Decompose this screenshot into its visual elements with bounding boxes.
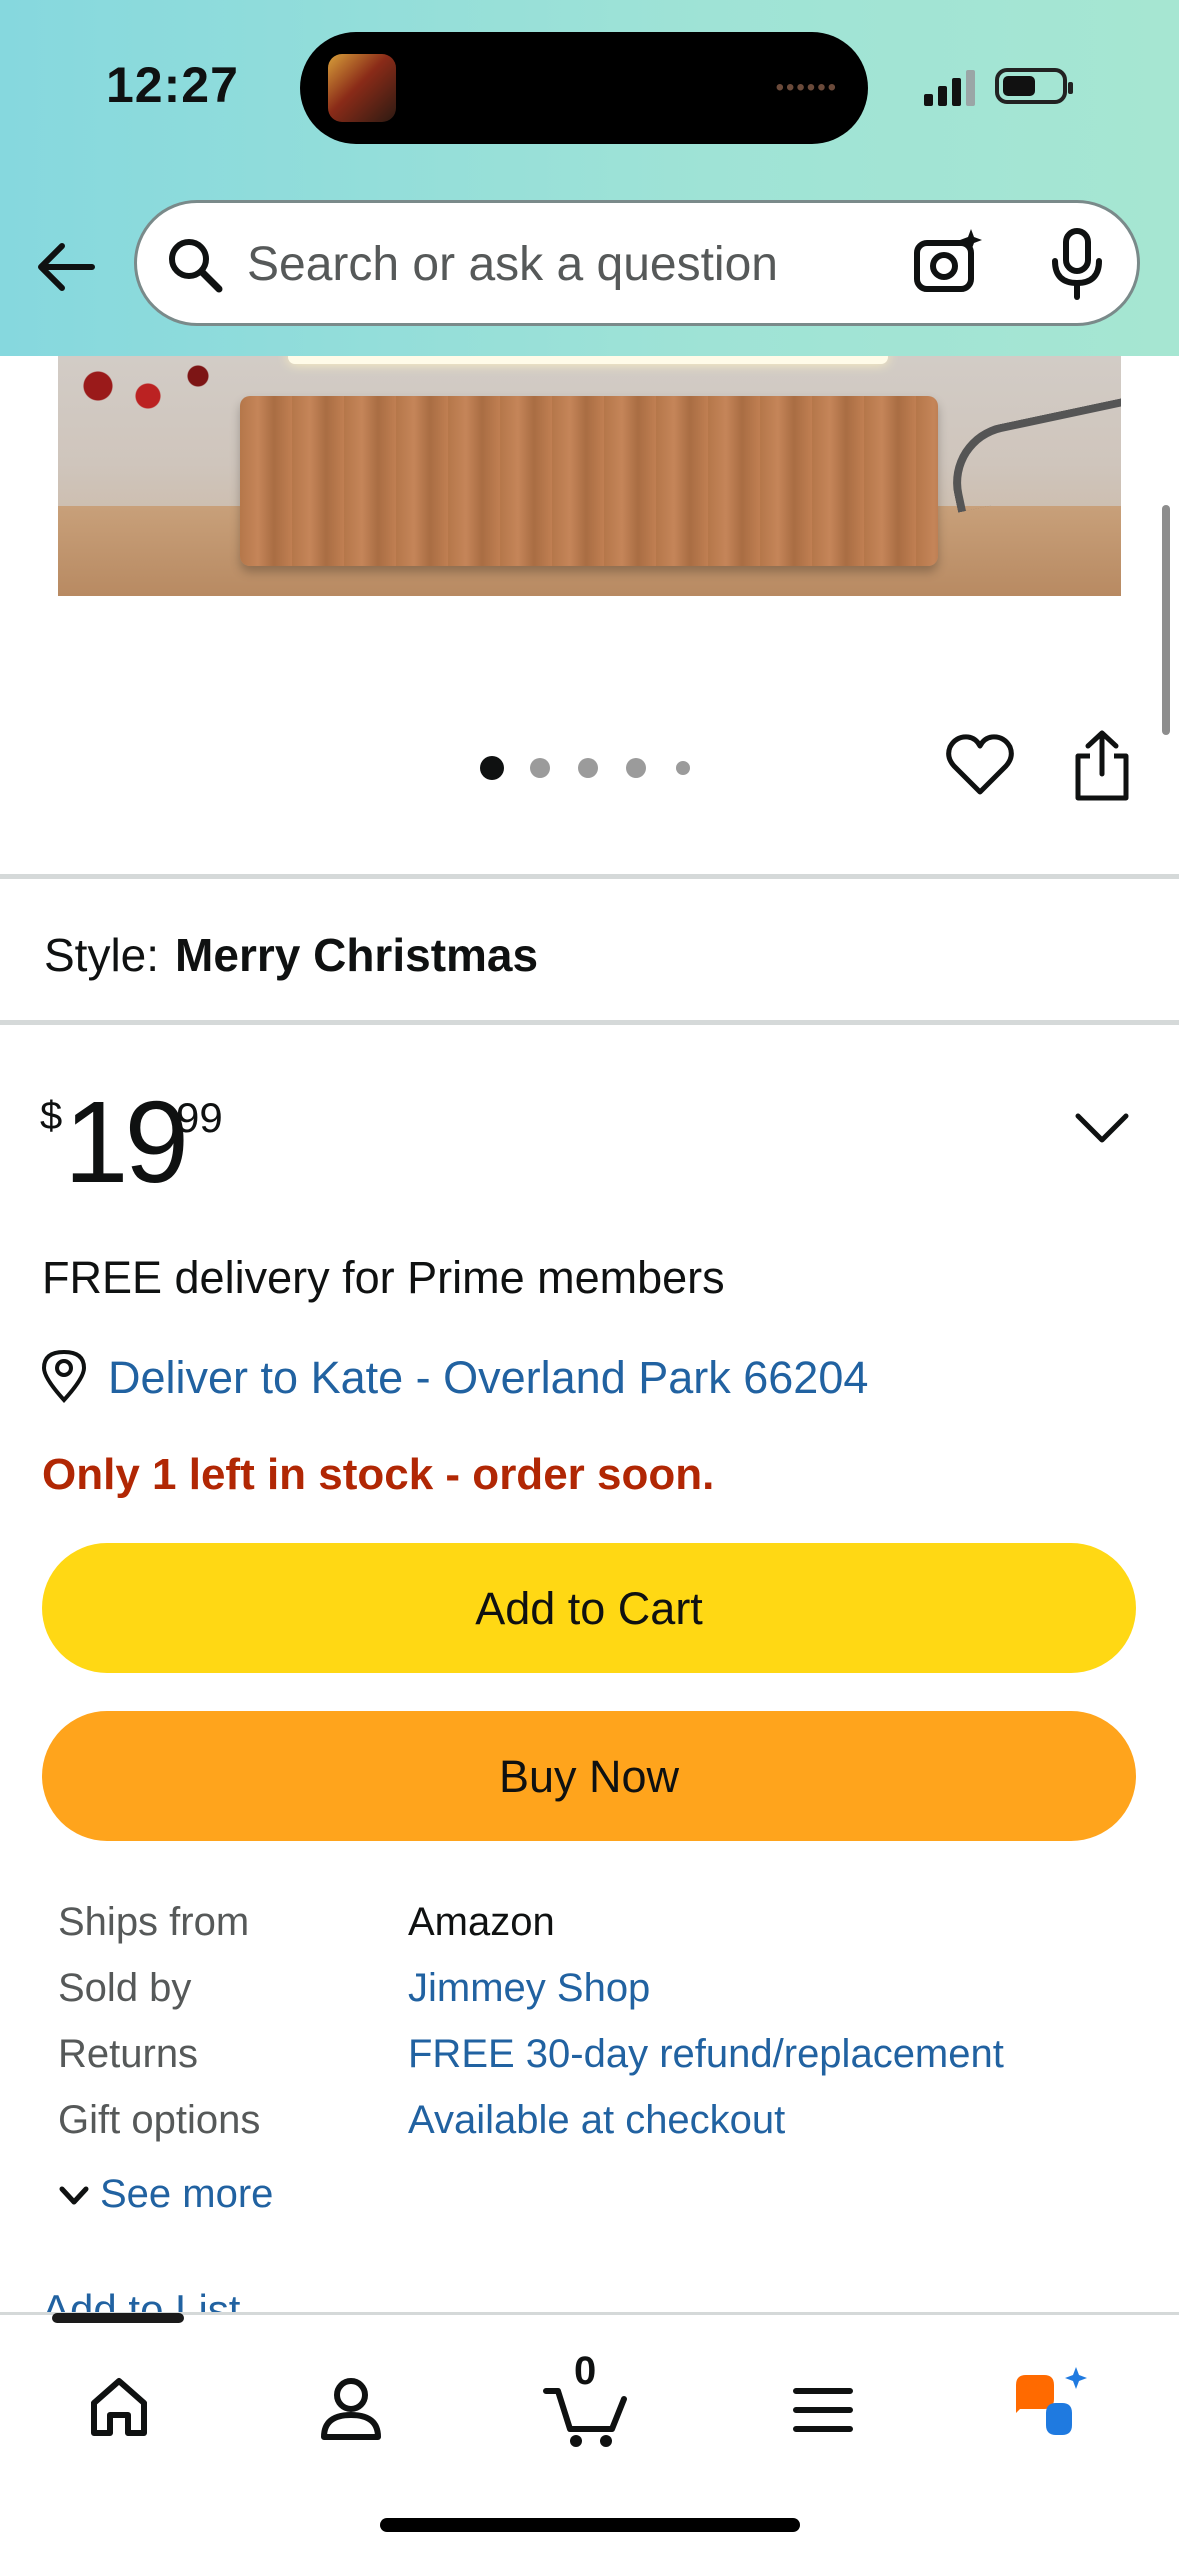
style-selector[interactable]: Style: Merry Christmas	[44, 928, 538, 982]
sold-by-link[interactable]: Jimmey Shop	[408, 1966, 650, 2011]
account-icon[interactable]	[296, 2355, 406, 2465]
carousel-dot[interactable]	[578, 758, 598, 778]
divider	[0, 874, 1179, 879]
rufus-assistant-icon[interactable]	[1004, 2355, 1114, 2465]
add-to-cart-button[interactable]: Add to Cart	[42, 1543, 1136, 1673]
menu-icon[interactable]	[768, 2355, 878, 2465]
sold-by-label: Sold by	[58, 1966, 192, 2010]
heart-icon[interactable]	[944, 732, 1016, 798]
search-bar[interactable]	[134, 200, 1140, 326]
microphone-icon[interactable]	[1047, 227, 1107, 303]
see-more-link[interactable]: See more	[58, 2172, 273, 2217]
gift-options-label: Gift options	[58, 2098, 261, 2142]
price-currency: $	[40, 1094, 63, 1138]
price-fraction: 99	[176, 1094, 223, 1141]
location-pin-icon	[41, 1349, 87, 1403]
see-more-label: See more	[100, 2172, 274, 2216]
nav-active-indicator	[52, 2313, 184, 2323]
dynamic-island: ••••••	[300, 32, 868, 144]
carousel-dot[interactable]	[676, 761, 690, 775]
buy-now-button[interactable]: Buy Now	[42, 1711, 1136, 1841]
divider	[0, 1020, 1179, 1025]
stock-warning: Only 1 left in stock - order soon.	[42, 1450, 715, 1499]
ships-from-value: Amazon	[408, 1900, 555, 1944]
style-label: Style:	[44, 929, 160, 981]
search-icon	[169, 239, 223, 293]
battery-icon	[995, 68, 1073, 104]
chevron-down-icon	[59, 2186, 89, 2205]
returns-link[interactable]: FREE 30-day refund/replacement	[408, 2032, 1004, 2077]
decor-berries	[58, 356, 238, 416]
deliver-to-link[interactable]: Deliver to Kate - Overland Park 66204	[108, 1352, 868, 1404]
status-time: 12:27	[106, 57, 239, 113]
header: 12:27 ••••••	[0, 0, 1179, 356]
returns-label: Returns	[58, 2032, 199, 2076]
audio-visualizer-icon: ••••••	[775, 74, 838, 101]
delivery-text: FREE delivery for Prime members	[42, 1252, 725, 1303]
carousel-dot[interactable]	[480, 756, 504, 780]
back-arrow-icon[interactable]	[32, 232, 102, 302]
gift-options-link[interactable]: Available at checkout	[408, 2098, 785, 2143]
cellular-signal-icon	[924, 70, 975, 106]
carousel-dot[interactable]	[530, 758, 550, 778]
now-playing-artwork	[328, 54, 396, 122]
wooden-lamp-base	[240, 396, 938, 566]
cart-count-badge: 0	[574, 2349, 597, 2393]
product-image[interactable]	[58, 356, 1121, 596]
ships-from-label: Ships from	[58, 1900, 250, 1944]
carousel-dot[interactable]	[626, 758, 646, 778]
home-icon[interactable]	[64, 2355, 174, 2465]
image-carousel-dots[interactable]	[480, 756, 700, 782]
cart-nav[interactable]: 0	[532, 2349, 642, 2465]
page-scrollbar[interactable]	[1162, 505, 1170, 735]
search-input[interactable]	[247, 227, 927, 301]
share-icon[interactable]	[1070, 730, 1134, 802]
price-whole: 19	[64, 1077, 189, 1207]
style-value: Merry Christmas	[175, 929, 539, 981]
camera-search-icon[interactable]	[911, 227, 985, 301]
chevron-down-icon[interactable]	[1072, 1110, 1132, 1146]
add-to-list-link[interactable]: Add to List	[42, 2286, 240, 2314]
home-indicator[interactable]	[380, 2518, 800, 2532]
